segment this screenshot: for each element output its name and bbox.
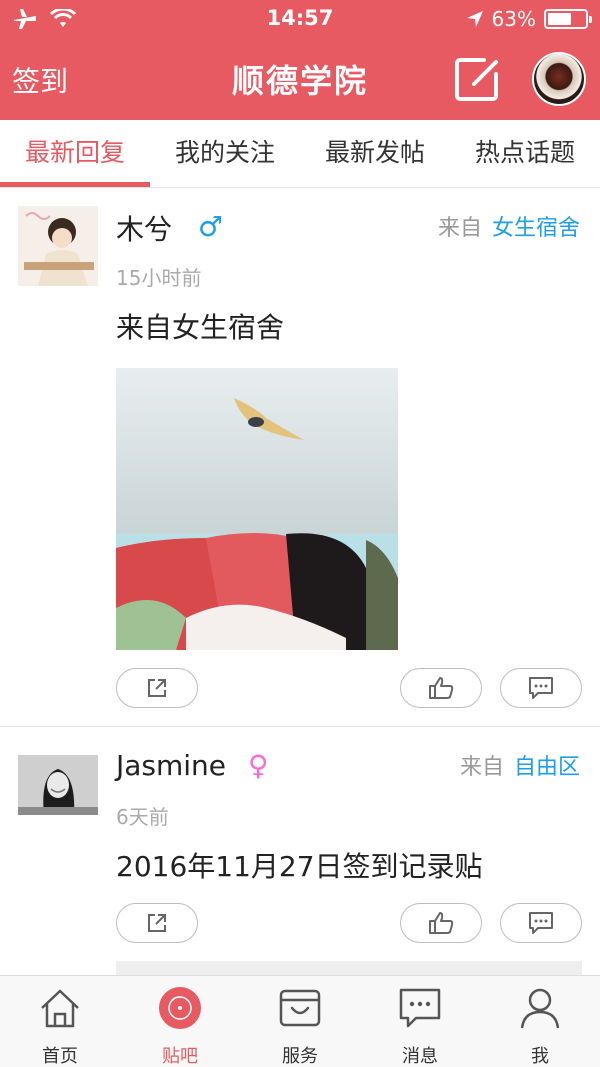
tab-service[interactable]: 服务	[240, 976, 360, 1067]
post-content[interactable]: 2016年11月27日签到记录贴	[116, 845, 483, 885]
share-button[interactable]	[116, 903, 198, 943]
record-icon	[159, 987, 201, 1029]
tab-forum[interactable]: 贴吧	[120, 976, 240, 1067]
from-label: 来自	[437, 216, 482, 241]
author-name[interactable]: 木兮	[116, 208, 172, 248]
author-avatar-image	[18, 206, 98, 286]
page-title: 顺德学院	[231, 62, 368, 100]
post-card[interactable]: Jasmine ♀ 来自 自由区 6天前 2016年11月27日签到记录贴	[0, 727, 600, 975]
person-icon	[520, 988, 560, 1029]
tab-home-label: 首页	[42, 1046, 78, 1067]
header: 签到 顺德学院	[0, 38, 600, 120]
comment-icon	[529, 677, 553, 699]
board-link[interactable]: 自由区	[514, 755, 580, 780]
like-button[interactable]	[400, 903, 482, 943]
author-avatar[interactable]	[18, 755, 98, 815]
user-avatar[interactable]	[532, 52, 586, 106]
tab-home[interactable]: 首页	[0, 976, 120, 1067]
comment-button[interactable]	[500, 903, 582, 943]
top-bar: 14:57 63% 签到 顺德学院	[0, 0, 600, 120]
share-icon	[148, 914, 166, 932]
tab-my-follows[interactable]: 我的关注	[150, 120, 300, 188]
comment-icon	[529, 912, 553, 934]
post-content[interactable]: 来自女生宿舍	[116, 306, 284, 346]
battery-fill	[548, 13, 571, 25]
post-image[interactable]	[116, 368, 398, 650]
compose-icon[interactable]	[454, 56, 500, 102]
service-icon	[279, 989, 321, 1027]
tab-bar-top: 最新回复 我的关注 最新发帖 热点话题	[0, 120, 600, 188]
gender-female-icon: ♀	[248, 749, 269, 782]
status-right: 63%	[466, 7, 592, 31]
board-link[interactable]: 女生宿舍	[492, 216, 580, 241]
battery-icon	[544, 9, 592, 29]
active-tab-indicator	[0, 182, 150, 187]
thumbs-up-icon	[429, 677, 454, 699]
author-avatar-image	[18, 755, 98, 815]
tab-service-label: 服务	[282, 1046, 318, 1067]
post-source: 来自 自由区	[460, 749, 580, 781]
location-arrow-icon	[466, 11, 483, 27]
tab-messages[interactable]: 消息	[360, 976, 480, 1067]
battery-percent: 63%	[491, 7, 536, 31]
tab-latest-replies[interactable]: 最新回复	[0, 120, 150, 188]
tab-me-label: 我	[531, 1046, 549, 1067]
status-bar: 14:57 63%	[0, 0, 600, 38]
tab-me[interactable]: 我	[480, 976, 600, 1067]
from-label: 来自	[459, 755, 504, 780]
post-time: 6天前	[116, 805, 169, 829]
comment-button[interactable]	[500, 668, 582, 708]
home-icon	[41, 989, 79, 1028]
tab-hot-topics[interactable]: 热点话题	[450, 120, 600, 188]
gender-male-icon: ♂	[198, 210, 224, 243]
bottom-tab-bar: 首页 贴吧 服务 消息 我	[0, 975, 600, 1067]
post-source: 来自 女生宿舍	[438, 210, 580, 242]
tab-messages-label: 消息	[402, 1046, 438, 1067]
thumbs-up-icon	[429, 912, 454, 934]
tab-forum-label: 贴吧	[162, 1046, 198, 1067]
tab-latest-posts[interactable]: 最新发帖	[300, 120, 450, 188]
post-card[interactable]: 木兮 ♂ 来自 女生宿舍 15小时前 来自女生宿舍	[0, 188, 600, 726]
share-button[interactable]	[116, 668, 198, 708]
message-icon	[399, 988, 441, 1028]
next-content-preview	[116, 961, 582, 975]
author-avatar[interactable]	[18, 206, 98, 286]
share-icon	[148, 679, 166, 697]
like-button[interactable]	[400, 668, 482, 708]
author-name[interactable]: Jasmine	[116, 749, 226, 782]
post-time: 15小时前	[116, 266, 202, 290]
